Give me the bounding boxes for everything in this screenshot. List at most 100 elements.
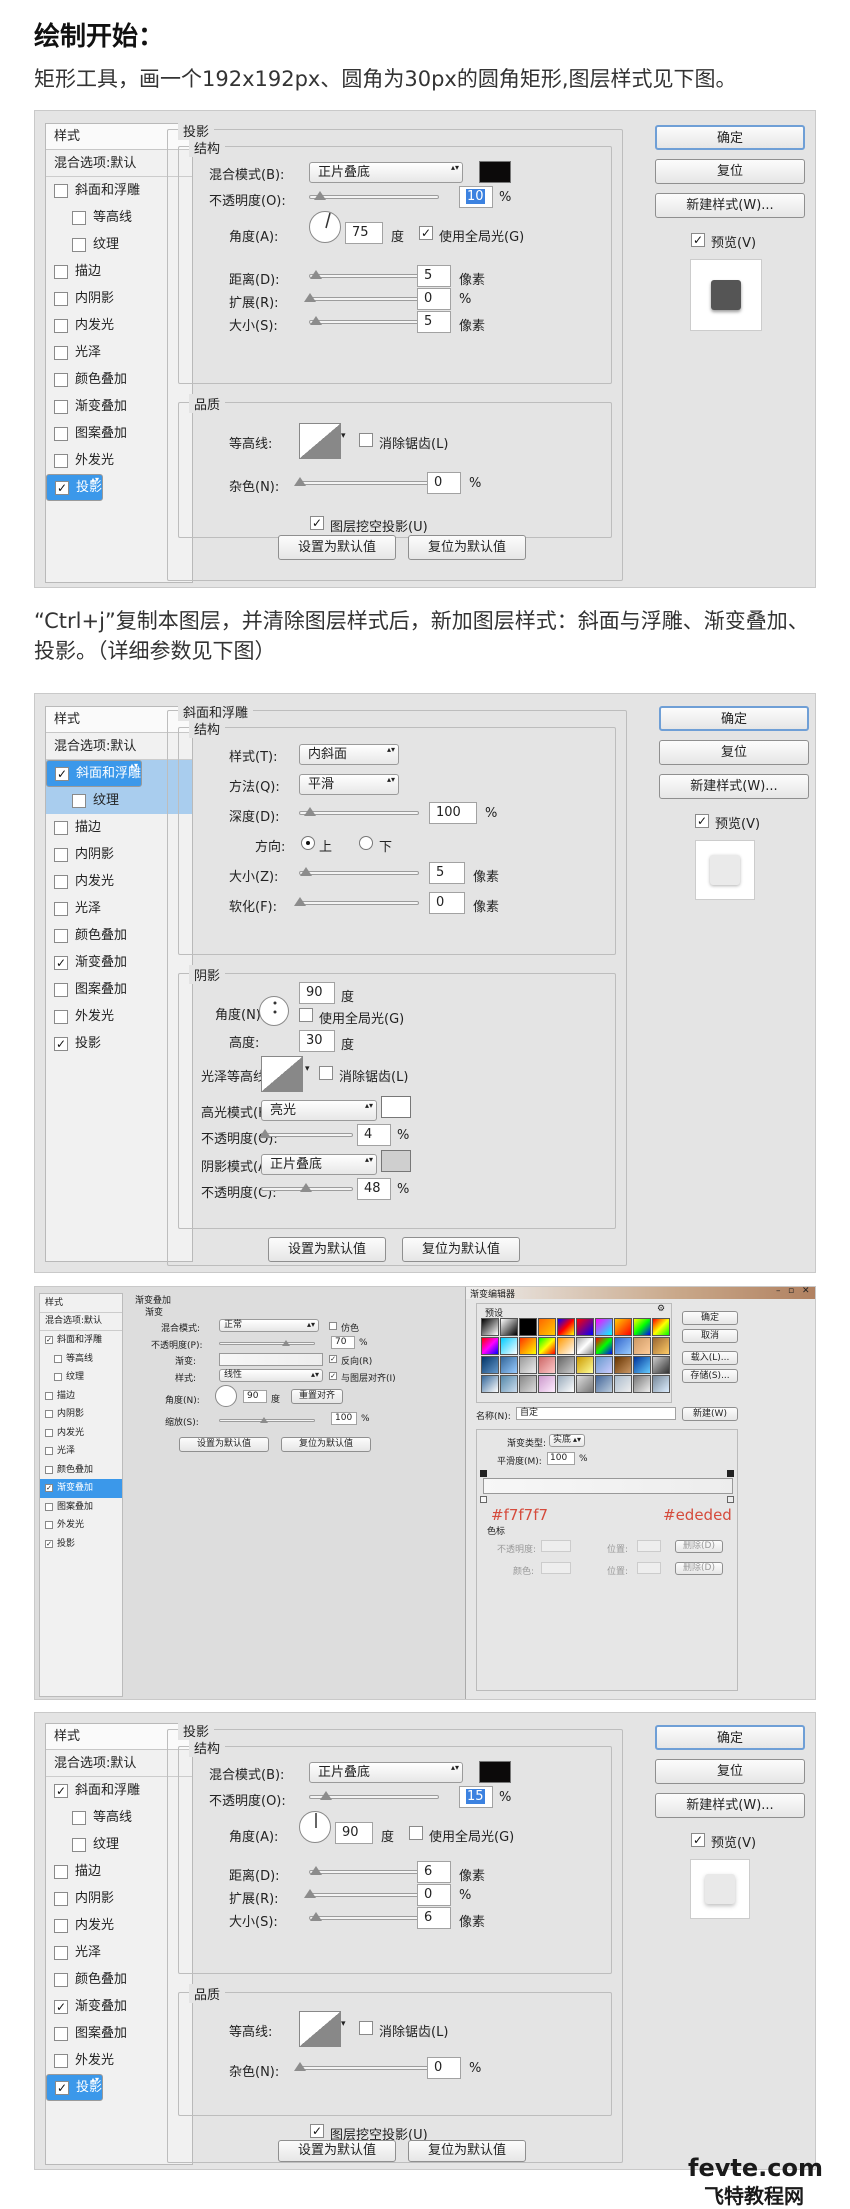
preset-swatch[interactable]: [576, 1375, 594, 1393]
preset-swatch[interactable]: [633, 1375, 651, 1393]
soften-slider[interactable]: [294, 897, 419, 906]
preset-swatch[interactable]: [652, 1337, 670, 1355]
preset-swatch[interactable]: [652, 1375, 670, 1393]
preset-swatch[interactable]: [519, 1356, 537, 1374]
smoothness-input[interactable]: 100: [547, 1452, 575, 1465]
checkbox[interactable]: [54, 399, 68, 414]
sidebar-item-texture[interactable]: 纹理: [40, 1368, 122, 1387]
editor-load-button[interactable]: 载入(L)...: [682, 1351, 738, 1365]
altitude-input[interactable]: 30: [299, 1030, 335, 1052]
angle-dial[interactable]: [309, 211, 341, 243]
sidebar-item-stroke[interactable]: 描边: [40, 1387, 122, 1406]
style-select[interactable]: 线性: [219, 1369, 323, 1382]
reset-align-button[interactable]: 重置对齐: [291, 1389, 343, 1404]
anti-alias-checkbox[interactable]: [319, 1066, 333, 1080]
contour-picker[interactable]: [299, 2011, 341, 2047]
highlight-mode-select[interactable]: 亮光: [261, 1100, 377, 1121]
checkbox[interactable]: [72, 793, 86, 808]
checkbox[interactable]: [54, 982, 68, 997]
set-default-button[interactable]: 设置为默认值: [278, 535, 396, 560]
color-stop-right[interactable]: [727, 1496, 734, 1503]
sidebar-item-drop-shadow[interactable]: ✓ 投影: [46, 2074, 104, 2101]
angle-input[interactable]: 75: [345, 222, 383, 244]
checkbox[interactable]: ✓: [55, 2080, 69, 2095]
preset-swatch[interactable]: [481, 1337, 499, 1355]
stop-opacity-input[interactable]: [541, 1540, 571, 1552]
preset-swatch[interactable]: [500, 1318, 518, 1336]
spread-input[interactable]: 0: [417, 1884, 451, 1906]
checkbox[interactable]: ✓: [54, 1036, 68, 1051]
slider-knob[interactable]: [320, 1791, 332, 1800]
blend-mode-select[interactable]: 正常: [219, 1319, 319, 1332]
depth-slider[interactable]: [299, 807, 419, 816]
preset-swatch[interactable]: [576, 1318, 594, 1336]
gradient-type-select[interactable]: 实底: [549, 1434, 585, 1447]
opacity-stop-right[interactable]: [727, 1470, 734, 1477]
technique-select[interactable]: 平滑: [299, 774, 399, 795]
scale-slider[interactable]: [219, 1417, 315, 1423]
stop-color-swatch[interactable]: [541, 1562, 571, 1574]
reset-default-button[interactable]: 复位为默认值: [408, 535, 526, 560]
shadow-mode-select[interactable]: 正片叠底: [261, 1154, 377, 1175]
checkbox[interactable]: [54, 1891, 68, 1906]
close-icon[interactable]: ✕: [802, 1287, 810, 1296]
checkbox[interactable]: ✓: [54, 955, 68, 970]
angle-input[interactable]: 90: [243, 1390, 267, 1403]
checkbox[interactable]: [45, 1428, 53, 1437]
preset-swatch[interactable]: [595, 1356, 613, 1374]
checkbox[interactable]: [54, 345, 68, 360]
size-input[interactable]: 6: [417, 1907, 451, 1929]
shadow-opacity-input[interactable]: 48: [357, 1178, 391, 1200]
slider-knob[interactable]: [310, 270, 322, 279]
preset-swatch[interactable]: [538, 1318, 556, 1336]
contour-picker[interactable]: [299, 423, 341, 459]
checkbox[interactable]: [54, 1009, 68, 1024]
checkbox[interactable]: [72, 237, 86, 252]
spread-input[interactable]: 0: [417, 288, 451, 310]
highlight-opacity-input[interactable]: 4: [357, 1124, 391, 1146]
anti-alias-checkbox[interactable]: [359, 2021, 373, 2035]
depth-input[interactable]: 100: [429, 802, 477, 824]
preset-swatch[interactable]: [595, 1375, 613, 1393]
checkbox[interactable]: [54, 372, 68, 387]
sidebar-item-inner-shadow[interactable]: 内阴影: [40, 1405, 122, 1424]
preset-swatch[interactable]: [595, 1318, 613, 1336]
slider-knob[interactable]: [294, 2062, 306, 2071]
new-style-button[interactable]: 新建样式(W)...: [655, 1793, 805, 1818]
style-select[interactable]: 内斜面: [299, 744, 399, 765]
preset-swatch[interactable]: [557, 1318, 575, 1336]
checkbox[interactable]: [54, 847, 68, 862]
sidebar-item-gradient-overlay[interactable]: ✓ 渐变叠加: [40, 1479, 122, 1498]
noise-slider[interactable]: [294, 477, 439, 486]
blend-mode-select[interactable]: 正片叠底: [309, 162, 463, 183]
shadow-color-swatch[interactable]: [381, 1150, 411, 1172]
noise-input[interactable]: 0: [427, 472, 461, 494]
checkbox[interactable]: ✓: [54, 1999, 68, 2014]
preset-swatch[interactable]: [652, 1318, 670, 1336]
ok-button[interactable]: 确定: [655, 125, 805, 150]
opacity-input[interactable]: 70: [331, 1336, 355, 1349]
gear-icon[interactable]: ⚙: [657, 1304, 665, 1314]
checkbox[interactable]: [54, 1945, 68, 1960]
size-slider[interactable]: [299, 867, 419, 876]
slider-knob[interactable]: [260, 1417, 268, 1423]
preset-swatch[interactable]: [500, 1356, 518, 1374]
presets-grid[interactable]: [481, 1318, 670, 1393]
sidebar-item-drop-shadow[interactable]: ✓ 投影: [40, 1535, 122, 1554]
slider-knob[interactable]: [304, 807, 316, 816]
shadow-opacity-slider[interactable]: [261, 1183, 353, 1192]
preset-swatch[interactable]: [614, 1356, 632, 1374]
chevron-down-icon[interactable]: ▾: [305, 1064, 310, 1074]
align-checkbox[interactable]: ✓: [329, 1372, 337, 1380]
checkbox[interactable]: ✓: [45, 1539, 53, 1548]
checkbox[interactable]: ✓: [45, 1484, 53, 1493]
slider-knob[interactable]: [294, 897, 306, 906]
checkbox[interactable]: [54, 874, 68, 889]
direction-up-radio[interactable]: [301, 836, 315, 850]
angle-input[interactable]: 90: [299, 982, 335, 1004]
noise-input[interactable]: 0: [427, 2057, 461, 2079]
preview-checkbox[interactable]: ✓: [691, 1833, 705, 1847]
opacity-input[interactable]: 15: [459, 1786, 493, 1808]
checkbox[interactable]: [54, 264, 68, 279]
slider-knob[interactable]: [282, 1340, 290, 1346]
